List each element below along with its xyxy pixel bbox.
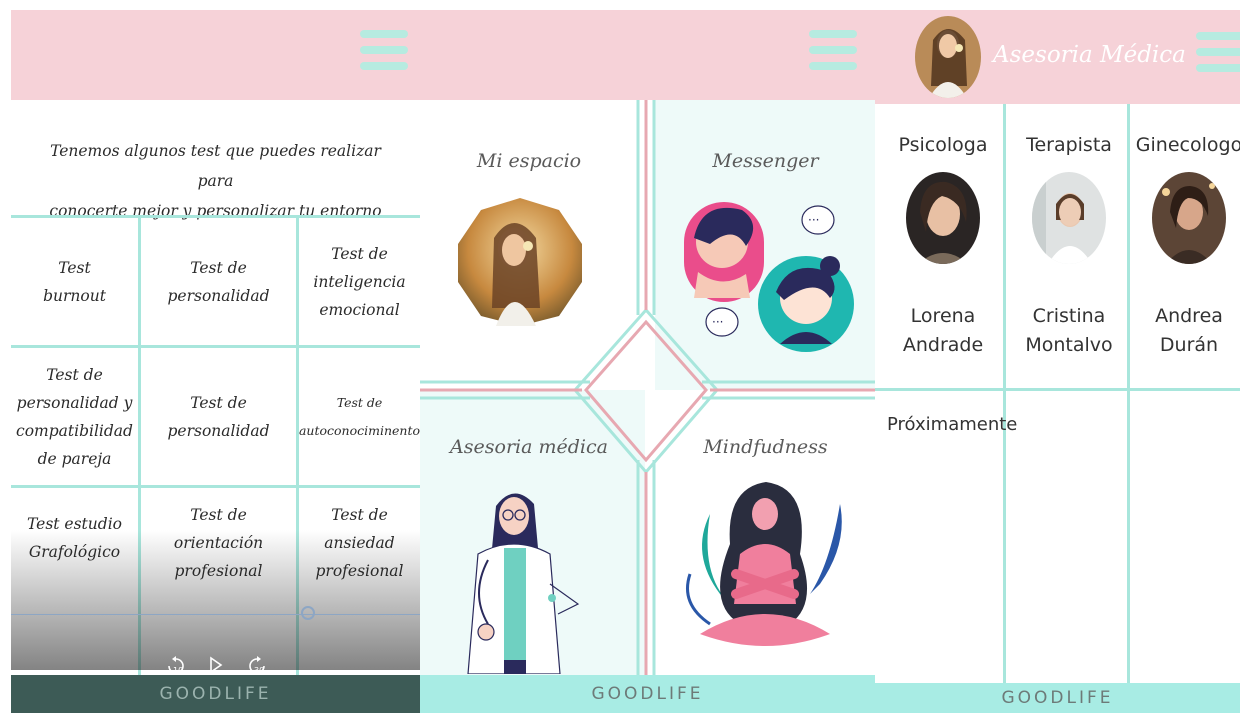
medical-screen: Asesoria Médica Psicologa Lorena Andrade … (875, 10, 1240, 713)
section-title: Mi espacio (476, 150, 582, 172)
section-title: Asesoria médica (450, 436, 608, 458)
section-title: Messenger (712, 150, 819, 172)
menu-icon[interactable] (360, 30, 408, 70)
section-mindfudness[interactable]: Mindfudness (656, 400, 875, 675)
section-title: Mindfudness (703, 436, 828, 458)
specialist-card[interactable]: Ginecologo Andrea Durán (1133, 102, 1240, 390)
specialist-name: Cristina Montalvo (1025, 305, 1113, 356)
seek-bar[interactable] (11, 614, 420, 615)
tests-grid: Test burnout Test de personalidad Test de i… (11, 215, 420, 675)
home-screen: Mi espacio Messenger ··· ··· Asesoria mé… (420, 10, 875, 713)
seek-handle[interactable] (301, 606, 315, 620)
test-grafologico[interactable]: Test estudio Grafológico (11, 488, 138, 588)
specialist-name: Andrea Durán (1155, 305, 1223, 356)
grid-divider (1003, 104, 1006, 684)
specialist-card[interactable]: Terapista Cristina Montalvo (1009, 102, 1129, 390)
specialist-role: Ginecologo (1135, 134, 1240, 156)
meditation-illustration (686, 482, 842, 646)
woman-flower-image (458, 198, 582, 326)
section-asesoria-medica[interactable]: Asesoria médica (420, 400, 638, 675)
test-inteligencia-emocional[interactable]: Test de inteligencia emocional (299, 218, 420, 345)
header-bar (11, 10, 420, 100)
test-orientacion-profesional[interactable]: Test de orientación profesional (141, 488, 296, 598)
header-bar (420, 10, 875, 100)
chat-people-illustration: ··· ··· (684, 202, 854, 352)
test-autoconocimiento[interactable]: Test de autoconociminento (299, 348, 420, 485)
specialist-role: Terapista (1026, 134, 1112, 156)
specialist-photo (1152, 172, 1226, 264)
test-burnout[interactable]: Test burnout (11, 218, 138, 345)
brand-footer: GOODLIFE (875, 683, 1240, 713)
intro-line-1: Tenemos algunos test que puedes realizar… (50, 142, 381, 190)
test-compatibilidad-pareja[interactable]: Test de personalidad y compatibilidad de pa… (11, 348, 138, 485)
tests-intro: Tenemos algunos test que puedes realizar… (31, 136, 400, 226)
svg-text:···: ··· (712, 315, 723, 329)
profile-avatar[interactable] (915, 16, 981, 98)
section-mi-espacio[interactable]: Mi espacio (420, 110, 638, 326)
section-messenger[interactable]: Messenger ··· ··· (656, 110, 875, 352)
test-ansiedad-profesional[interactable]: Test de ansiedad profesional (299, 488, 420, 598)
header-bar: Asesoria Médica (875, 10, 1240, 104)
specialist-name: Lorena Andrade (902, 305, 984, 356)
specialist-photo (906, 172, 980, 264)
specialist-photo (1032, 172, 1106, 264)
specialist-role: Psicologa (898, 134, 988, 156)
doctor-illustration (467, 493, 580, 674)
brand-footer: GOODLIFE (420, 675, 875, 713)
test-personalidad[interactable]: Test de personalidad (141, 218, 296, 345)
test-personalidad-2[interactable]: Test de personalidad (141, 348, 296, 485)
coming-soon-label: Próximamente (887, 414, 1018, 435)
brand-footer: GOODLIFE (11, 675, 420, 713)
tests-screen: Tenemos algunos test que puedes realizar… (11, 10, 420, 713)
menu-icon[interactable] (809, 30, 857, 70)
page-title: Asesoria Médica (993, 42, 1186, 68)
specialist-card[interactable]: Psicologa Lorena Andrade (883, 102, 1003, 390)
menu-icon[interactable] (1196, 32, 1240, 72)
svg-text:···: ··· (808, 213, 819, 227)
